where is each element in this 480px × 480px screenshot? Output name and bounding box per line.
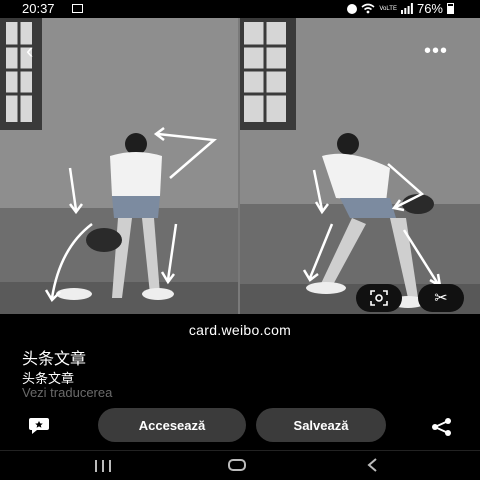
back-arrow-icon[interactable]: ‹ bbox=[26, 40, 33, 62]
feedback-icon bbox=[29, 418, 49, 434]
signal-icon bbox=[400, 3, 413, 14]
volte-icon: VoLTE bbox=[379, 5, 397, 12]
scissors-icon: ✂ bbox=[434, 290, 448, 307]
more-options-icon[interactable]: ••• bbox=[424, 40, 448, 63]
battery-icon bbox=[447, 3, 454, 14]
share-icon bbox=[432, 418, 451, 436]
recent-apps-icon[interactable] bbox=[94, 460, 112, 472]
share-button[interactable] bbox=[430, 417, 454, 442]
status-bar: 20:37 VoLTE 76% bbox=[0, 0, 480, 18]
navigation-bar bbox=[0, 451, 480, 480]
status-time: 20:37 bbox=[22, 1, 55, 16]
status-icons: VoLTE 76% bbox=[347, 1, 454, 16]
result-image[interactable]: ‹ ••• bbox=[0, 18, 480, 314]
nav-back-icon[interactable] bbox=[366, 457, 378, 473]
result-title[interactable]: 头条文章 bbox=[22, 345, 86, 369]
lens-search-button[interactable] bbox=[356, 284, 402, 312]
image-icon bbox=[72, 4, 83, 13]
dnd-icon bbox=[347, 3, 358, 14]
save-button[interactable]: Salvează bbox=[256, 408, 386, 442]
wifi-icon bbox=[361, 3, 375, 14]
home-icon[interactable] bbox=[228, 459, 246, 471]
visit-button[interactable]: Accesează bbox=[98, 408, 246, 442]
photo-left-panel bbox=[0, 18, 238, 314]
cut-button[interactable]: ✂ bbox=[418, 284, 464, 312]
battery-text: 76% bbox=[416, 1, 443, 16]
source-link[interactable]: card.weibo.com bbox=[0, 322, 480, 338]
translate-link[interactable]: Vezi traducerea bbox=[22, 385, 112, 400]
feedback-button[interactable] bbox=[28, 417, 50, 440]
lens-icon bbox=[370, 290, 388, 306]
